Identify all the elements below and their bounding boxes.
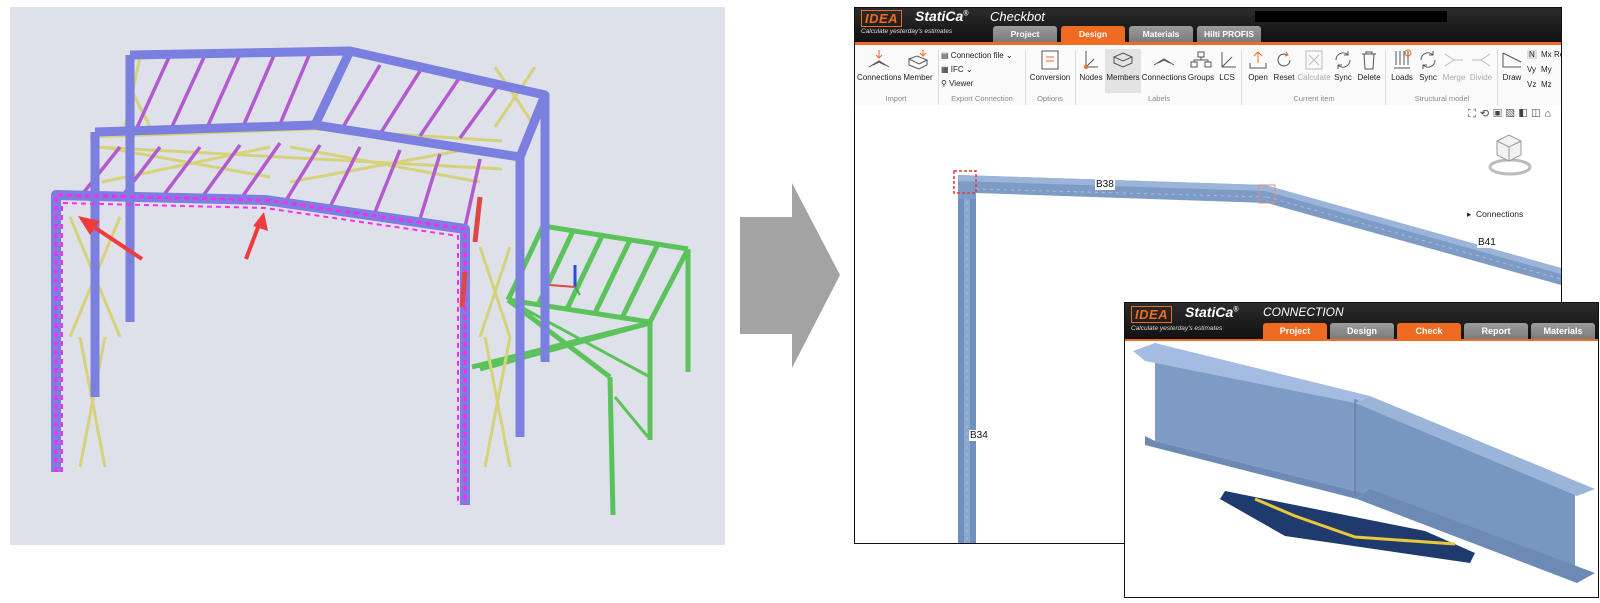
divide-icon [1472,53,1491,67]
members-icon [1112,52,1134,68]
open-button[interactable]: Open [1245,49,1271,82]
open-icon [1249,51,1267,69]
ribbon-separator [1241,50,1242,105]
checkbot-titlebar: IDEA StatiCa® Checkbot Calculate yesterd… [855,8,1561,42]
group-label-options: Options [1037,94,1063,103]
ribbon-toolbar: Connections Member Import ▤ Connection f… [855,42,1561,108]
structural-model-view[interactable] [10,7,725,545]
conversion-button[interactable]: Conversion [1027,49,1073,82]
brand-logo: IDEA [1131,306,1173,323]
tab-hilti-profis[interactable]: Hilti PROFIS [1197,26,1261,42]
result-n-toggle[interactable]: N [1527,50,1537,59]
tab-report[interactable]: Report [1464,323,1528,339]
ribbon-separator [1385,50,1386,105]
merge-button[interactable]: Merge [1440,49,1468,82]
member-label-b41: B41 [1477,237,1497,248]
main-frames [90,46,550,437]
conversion-icon [1041,50,1059,70]
brand-tagline: Calculate yesterday's estimates [1131,325,1223,332]
result-vy-toggle[interactable]: Vy [1527,65,1536,74]
sync-icon [1420,51,1436,69]
tab-design[interactable]: Design [1330,323,1394,339]
nodes-icon [1084,51,1098,69]
loads-button[interactable]: Loads [1388,49,1416,82]
draw-button[interactable]: Draw [1500,49,1524,82]
member-b41[interactable] [1265,185,1561,285]
calculate-icon [1305,50,1323,70]
chevron-down-icon: ⌄ [965,65,973,74]
ribbon-separator [1075,50,1076,105]
redacted-title [1255,11,1447,22]
connection-file-button[interactable]: ▤ Connection file ⌄ [941,51,1013,60]
labels-nodes-button[interactable]: Nodes [1077,49,1105,82]
lcs-axis-icon [1221,52,1236,68]
import-connections-button[interactable]: Connections [857,49,901,82]
connection-titlebar: IDEA StatiCa® CONNECTION Calculate yeste… [1125,303,1598,339]
connection-window: IDEA StatiCa® CONNECTION Calculate yeste… [1124,302,1599,598]
labels-members-button[interactable]: Members [1105,49,1141,93]
flow-arrow-icon [740,183,840,368]
groups-icon [1190,51,1212,68]
brand-name: StatiCa® [1185,304,1239,320]
sync-item-button[interactable]: Sync [1331,49,1355,82]
search-icon: ⚲ [941,79,947,88]
joint-model-drawing [1133,343,1595,583]
divide-button[interactable]: Divide [1468,49,1494,82]
merge-icon [1444,53,1463,67]
result-mz-toggle[interactable]: Mz [1541,80,1552,89]
trash-icon [1362,51,1376,70]
tab-design[interactable]: Design [1061,26,1125,42]
ribbon-separator [1497,50,1498,105]
view-cube-icon[interactable] [1488,134,1532,176]
sync-model-button[interactable]: Sync [1416,49,1440,82]
result-mx-toggle[interactable]: Mx [1541,50,1552,59]
member-b34[interactable] [958,180,976,543]
tab-materials[interactable]: Materials [1531,323,1595,339]
tab-project[interactable]: Project [993,26,1057,42]
sync-icon [1335,51,1351,69]
calculate-button[interactable]: Calculate [1297,49,1331,82]
chevron-down-icon: ⌄ [1005,51,1013,60]
tab-check[interactable]: Check [1397,323,1461,339]
delete-button[interactable]: Delete [1355,49,1383,82]
brand-logo: IDEA [861,10,903,27]
loads-icon [1394,49,1412,69]
app-name: CONNECTION [1263,305,1344,319]
group-label-structural-model: Structural model [1414,94,1470,103]
import-connections-icon [868,50,890,68]
group-label-current-item: Current item [1293,94,1335,103]
ifc-button[interactable]: ▦ IFC ⌄ [941,65,973,74]
connection-3d-viewport[interactable] [1125,339,1598,597]
draw-diagram-icon [1502,52,1522,68]
labels-groups-button[interactable]: Groups [1187,49,1215,82]
result-vz-toggle[interactable]: Vz [1527,80,1536,89]
labels-connections-button[interactable]: Connections [1141,49,1187,82]
group-label-import: Import [885,94,907,103]
caret-right-icon: ▸ [1467,209,1472,219]
tab-project[interactable]: Project [1263,323,1327,339]
ifc-icon: ▦ [941,65,949,74]
brand-tagline: Calculate yesterday's estimates [861,28,953,35]
import-member-button[interactable]: Member [901,49,935,82]
connections-panel-toggle[interactable]: ▸ Connections [1467,209,1523,220]
result-label: Result [1554,50,1561,59]
model-3d-drawing [51,46,691,516]
reset-icon [1277,51,1291,67]
app-name: Checkbot [990,9,1045,24]
brand-name: StatiCa® [915,8,969,24]
file-icon: ▤ [941,51,949,60]
member-label-b34: B34 [969,430,989,441]
member-label-b38: B38 [1095,179,1115,190]
tab-materials[interactable]: Materials [1129,26,1193,42]
group-label-labels: Labels [1147,94,1171,103]
import-member-icon [907,50,929,70]
result-my-toggle[interactable]: My [1541,65,1552,74]
labels-lcs-button[interactable]: LCS [1215,49,1239,82]
reset-button[interactable]: Reset [1271,49,1297,82]
group-label-export: Export Connection [951,94,1013,103]
connections-icon [1153,58,1175,66]
viewer-button[interactable]: ⚲ Viewer [941,79,973,88]
